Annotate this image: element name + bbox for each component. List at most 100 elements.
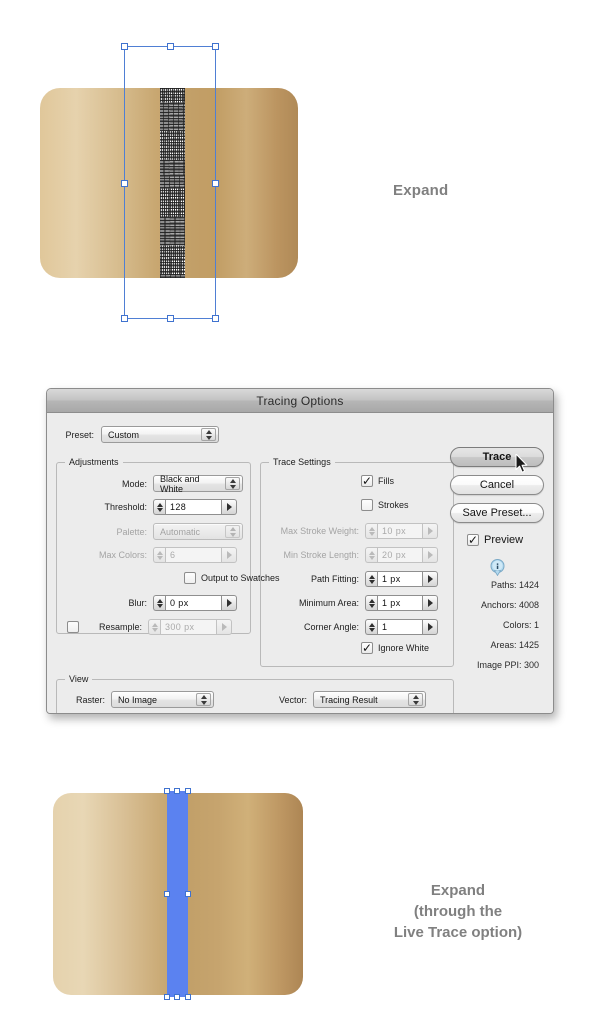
preset-select[interactable]: Custom: [101, 426, 219, 443]
fills-row[interactable]: ✓ Fills: [361, 475, 394, 487]
traced-path-strip[interactable]: [164, 788, 191, 1000]
blur-stepper[interactable]: 0 px: [153, 595, 237, 611]
trace-button[interactable]: Trace: [450, 447, 544, 467]
path-handle-top-left[interactable]: [164, 788, 170, 794]
max-stroke-weight-row: Max Stroke Weight: 10 px: [265, 523, 438, 539]
output-to-swatches-checkbox[interactable]: [184, 572, 196, 584]
caption-expand-bottom: Expand (through the Live Trace option): [370, 880, 546, 943]
threshold-input[interactable]: 128: [165, 499, 222, 515]
max-colors-spinner-icon: [153, 547, 165, 563]
corner-angle-input[interactable]: 1: [377, 619, 423, 635]
min-stroke-length-row: Min Stroke Length: 20 px: [265, 547, 438, 563]
dialog-titlebar[interactable]: Tracing Options: [47, 389, 553, 413]
dialog-title: Tracing Options: [256, 393, 344, 408]
blur-input[interactable]: 0 px: [165, 595, 222, 611]
preview-checkbox[interactable]: ✓: [467, 534, 479, 546]
preview-row[interactable]: ✓ Preview: [467, 534, 523, 546]
strokes-row[interactable]: Strokes: [361, 499, 409, 511]
selection-handle-top-center[interactable]: [167, 43, 174, 50]
mode-row: Mode: Black and White: [61, 473, 243, 494]
ignore-white-row[interactable]: ✓ Ignore White: [361, 642, 429, 654]
selection-handle-middle-right[interactable]: [212, 180, 219, 187]
raster-row: Raster: No Image: [61, 691, 214, 708]
path-handle-top-right[interactable]: [185, 788, 191, 794]
mode-value: Black and White: [160, 473, 200, 494]
resample-checkbox[interactable]: [67, 621, 79, 633]
ignore-white-checkbox[interactable]: ✓: [361, 642, 373, 654]
path-fitting-slider-arrow-icon[interactable]: [423, 571, 438, 587]
path-handle-middle-right[interactable]: [185, 891, 191, 897]
mode-select[interactable]: Black and White: [153, 473, 243, 494]
path-handle-bottom-left[interactable]: [164, 994, 170, 1000]
selection-handle-middle-left[interactable]: [121, 180, 128, 187]
resample-label: Resample:: [98, 622, 142, 632]
path-fitting-spinner-icon[interactable]: [365, 571, 377, 587]
max-stroke-weight-input: 10 px: [377, 523, 423, 539]
minimum-area-slider-arrow-icon[interactable]: [423, 595, 438, 611]
path-fitting-input[interactable]: 1 px: [377, 571, 423, 587]
selection-handle-top-left[interactable]: [121, 43, 128, 50]
palette-select: Automatic: [153, 523, 243, 540]
caption-expand-top: Expand: [393, 182, 449, 199]
stat-colors: Colors: 1: [502, 620, 539, 630]
min-stroke-length-input: 20 px: [377, 547, 423, 563]
path-fitting-stepper[interactable]: 1 px: [365, 571, 438, 587]
selection-handle-bottom-left[interactable]: [121, 315, 128, 322]
path-handle-bottom-right[interactable]: [185, 994, 191, 1000]
max-colors-slider-arrow-icon: [222, 547, 237, 563]
blur-spinner-icon[interactable]: [153, 595, 165, 611]
minimum-area-row: Minimum Area: 1 px: [265, 595, 438, 611]
threshold-spinner-icon[interactable]: [153, 499, 165, 515]
mouse-cursor-icon: [515, 454, 528, 473]
minimum-area-spinner-icon[interactable]: [365, 595, 377, 611]
blur-row: Blur: 0 px: [61, 595, 237, 611]
caption-bottom-line2: (through the: [413, 903, 503, 920]
vector-select[interactable]: Tracing Result: [313, 691, 426, 708]
raster-select[interactable]: No Image: [111, 691, 214, 708]
caption-bottom-line3: Live Trace option): [393, 924, 523, 941]
fills-checkbox[interactable]: ✓: [361, 475, 373, 487]
strokes-checkbox[interactable]: [361, 499, 373, 511]
selection-handle-bottom-center[interactable]: [167, 315, 174, 322]
corner-angle-stepper[interactable]: 1: [365, 619, 438, 635]
cancel-button[interactable]: Cancel: [450, 475, 544, 495]
threshold-row: Threshold: 128: [61, 499, 237, 515]
raster-value: No Image: [118, 694, 158, 705]
path-fitting-label: Path Fitting:: [310, 574, 359, 584]
corner-angle-spinner-icon[interactable]: [365, 619, 377, 635]
path-handle-top-center[interactable]: [174, 788, 180, 794]
palette-value: Automatic: [160, 526, 201, 537]
chevron-updown-icon[interactable]: [408, 693, 423, 706]
raster-label: Raster:: [75, 694, 105, 705]
chevron-updown-icon[interactable]: [201, 428, 216, 441]
selection-bounding-box[interactable]: [121, 43, 219, 322]
corner-angle-slider-arrow-icon[interactable]: [423, 619, 438, 635]
path-handle-bottom-center[interactable]: [174, 994, 180, 1000]
minimum-area-input[interactable]: 1 px: [377, 595, 423, 611]
preview-label: Preview: [484, 534, 524, 546]
corner-angle-row: Corner Angle: 1: [265, 619, 438, 635]
chevron-updown-icon[interactable]: [196, 693, 211, 706]
resample-stepper: 300 px: [148, 619, 232, 635]
minimum-area-stepper[interactable]: 1 px: [365, 595, 438, 611]
mode-label: Mode:: [121, 478, 147, 489]
chevron-updown-icon[interactable]: [225, 477, 240, 490]
threshold-stepper[interactable]: 128: [153, 499, 237, 515]
resample-input: 300 px: [160, 619, 217, 635]
min-stroke-length-spinner-icon: [365, 547, 377, 563]
max-stroke-weight-slider-arrow-icon: [423, 523, 438, 539]
adjustments-group-title: Adjustments: [65, 457, 123, 467]
save-preset-button[interactable]: Save Preset...: [450, 503, 544, 523]
info-icon[interactable]: [490, 559, 505, 576]
max-colors-label: Max Colors:: [98, 550, 147, 560]
caption-bottom-line1: Expand: [430, 882, 486, 899]
selection-handle-bottom-right[interactable]: [212, 315, 219, 322]
path-handle-middle-left[interactable]: [164, 891, 170, 897]
blur-slider-arrow-icon[interactable]: [222, 595, 237, 611]
view-group-title: View: [65, 674, 93, 684]
max-stroke-weight-label: Max Stroke Weight:: [280, 526, 359, 536]
threshold-slider-arrow-icon[interactable]: [222, 499, 237, 515]
max-colors-row: Max Colors: 6: [61, 547, 237, 563]
selection-handle-top-right[interactable]: [212, 43, 219, 50]
vector-label: Vector:: [278, 694, 307, 705]
